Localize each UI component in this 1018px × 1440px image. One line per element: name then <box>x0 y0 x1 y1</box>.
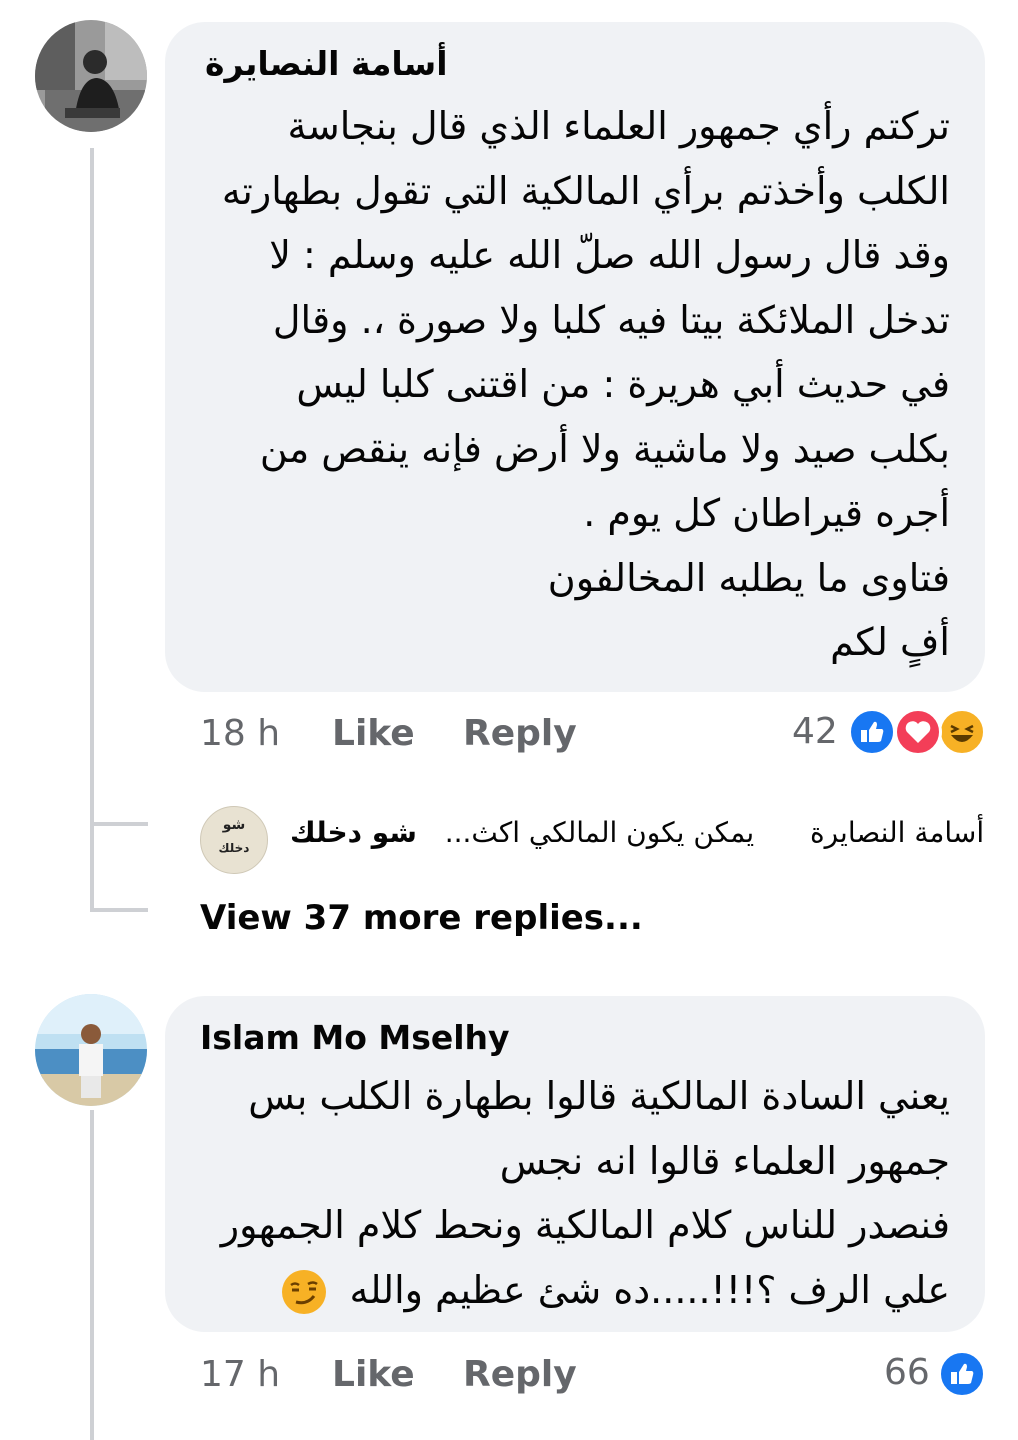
comment-line: فتاوى ما يطلبه المخالفون <box>547 555 950 600</box>
reply-avatar[interactable]: شو دخلك <box>200 806 268 874</box>
thread-line-branch-2 <box>90 908 148 912</box>
reply-button[interactable]: Reply <box>463 1354 577 1395</box>
reply-avatar-text-top: شو <box>222 817 246 833</box>
reply-avatar-text-bottom: دخلك <box>218 841 250 855</box>
comment-line: تركتم رأي جمهور العلماء الذي قال بنجاسة <box>287 104 950 148</box>
reaction-count[interactable]: 66 <box>884 1352 930 1393</box>
reaction-count[interactable]: 42 <box>792 711 838 752</box>
like-button[interactable]: Like <box>332 713 415 754</box>
like-icon[interactable] <box>938 1350 986 1398</box>
reply-mention: أسامة النصايرة <box>809 816 985 849</box>
comment-line: في حديث أبي هريرة : من اقتنى كلبا ليس <box>296 362 950 406</box>
thread-line-branch-1 <box>90 822 148 826</box>
comment-line-text: علي الرف ؟!!!.....ده شئ عظيم والله <box>349 1267 950 1312</box>
haha-icon[interactable] <box>938 708 986 756</box>
comment-line: علي الرف ؟!!!.....ده شئ عظيم والله <box>210 1258 950 1323</box>
avatar[interactable] <box>35 20 147 132</box>
love-icon[interactable] <box>894 708 942 756</box>
reply-preview-row[interactable]: أسامة النصايرة يمكن يكون المالكي اكث... … <box>290 816 1002 866</box>
reply-snippet: يمكن يكون المالكي اكث... <box>444 816 755 849</box>
comment-line: جمهور العلماء قالوا انه نجس <box>499 1138 950 1183</box>
comment-line: أجره قيراطان كل يوم . <box>583 491 950 535</box>
like-icon[interactable] <box>848 708 896 756</box>
comment-timestamp[interactable]: 17 h <box>200 1354 280 1395</box>
comment-line: الكلب وأخذتم برأي المالكية التي تقول بطه… <box>221 168 950 213</box>
comment-line: وقد قال رسول الله صلّ الله عليه وسلم : ل… <box>269 233 950 277</box>
thread-line-vertical <box>90 148 94 910</box>
like-button[interactable]: Like <box>332 1354 415 1395</box>
comment-line: يعني السادة المالكية قالوا بطهارة الكلب … <box>248 1074 950 1118</box>
comment-author[interactable]: أسامة النصايرة <box>205 44 448 83</box>
comment-text: تركتم رأي جمهور العلماء الذي قال بنجاسة … <box>210 94 950 675</box>
comment-line: أفٍ لكم <box>830 620 950 664</box>
comment-author[interactable]: Islam Mo Mselhy <box>200 1018 510 1057</box>
smirk-emoji <box>281 1269 327 1315</box>
comment-line: بكلب صيد ولا ماشية ولا أرض فإنه ينقص من <box>259 426 950 471</box>
thread-line-vertical-2 <box>90 1110 94 1440</box>
avatar[interactable] <box>35 994 147 1106</box>
reply-button[interactable]: Reply <box>463 713 577 754</box>
view-more-replies[interactable]: View 37 more replies... <box>200 898 643 938</box>
reply-author: شو دخلك <box>290 816 417 849</box>
comment-line: تدخل الملائكة بيتا فيه كلبا ولا صورة ،. … <box>272 297 950 342</box>
comment-text: يعني السادة المالكية قالوا بطهارة الكلب … <box>210 1064 950 1322</box>
comment-line: فنصدر للناس كلام المالكية ونحط كلام الجم… <box>220 1203 950 1247</box>
comment-timestamp[interactable]: 18 h <box>200 713 280 754</box>
